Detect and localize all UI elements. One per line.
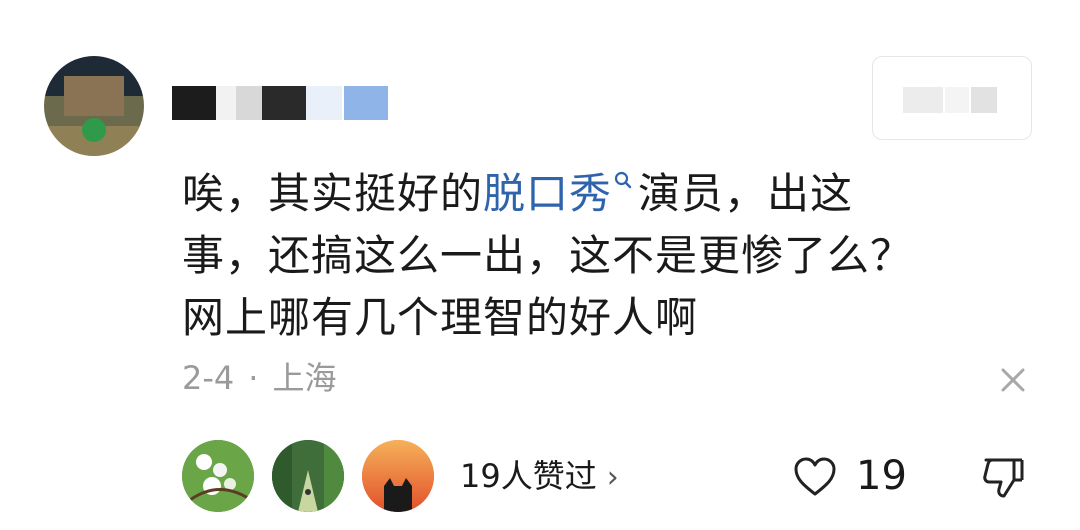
heart-icon[interactable] xyxy=(792,456,838,498)
chevron-right-icon: › xyxy=(606,460,619,495)
likes-summary[interactable]: 19人赞过 › xyxy=(460,456,619,498)
comment-text: 唉，其实挺好的脱口秀 演员，出这 事，还搞这么一出，这不是更惨了么？ 网上哪有几个… xyxy=(182,156,1002,349)
comment-location: 上海 xyxy=(272,359,337,397)
meta-separator: · xyxy=(248,359,259,397)
close-icon[interactable] xyxy=(995,362,1031,398)
like-count: 19 xyxy=(856,453,907,499)
comment-line-3: 网上哪有几个理智的好人啊 xyxy=(182,293,699,342)
comment-line-2: 事，还搞这么一出，这不是更惨了么？ xyxy=(182,231,914,280)
thumbs-down-icon[interactable] xyxy=(980,454,1026,500)
search-icon[interactable] xyxy=(614,171,632,199)
liker-avatar[interactable] xyxy=(362,440,434,512)
likes-summary-label: 19人赞过 xyxy=(460,457,597,495)
commenter-name-redacted[interactable] xyxy=(172,86,388,120)
topic-link[interactable]: 脱口秀 xyxy=(483,169,612,218)
liker-avatar[interactable] xyxy=(272,440,344,512)
liker-avatar[interactable] xyxy=(182,440,254,512)
follow-button[interactable] xyxy=(872,56,1032,140)
comment-date: 2-4 xyxy=(182,359,235,397)
comment-line-1: 唉，其实挺好的脱口秀 演员，出这 xyxy=(182,169,854,218)
commenter-avatar[interactable] xyxy=(44,56,144,156)
comment-meta: 2-4 · 上海 xyxy=(182,358,336,398)
